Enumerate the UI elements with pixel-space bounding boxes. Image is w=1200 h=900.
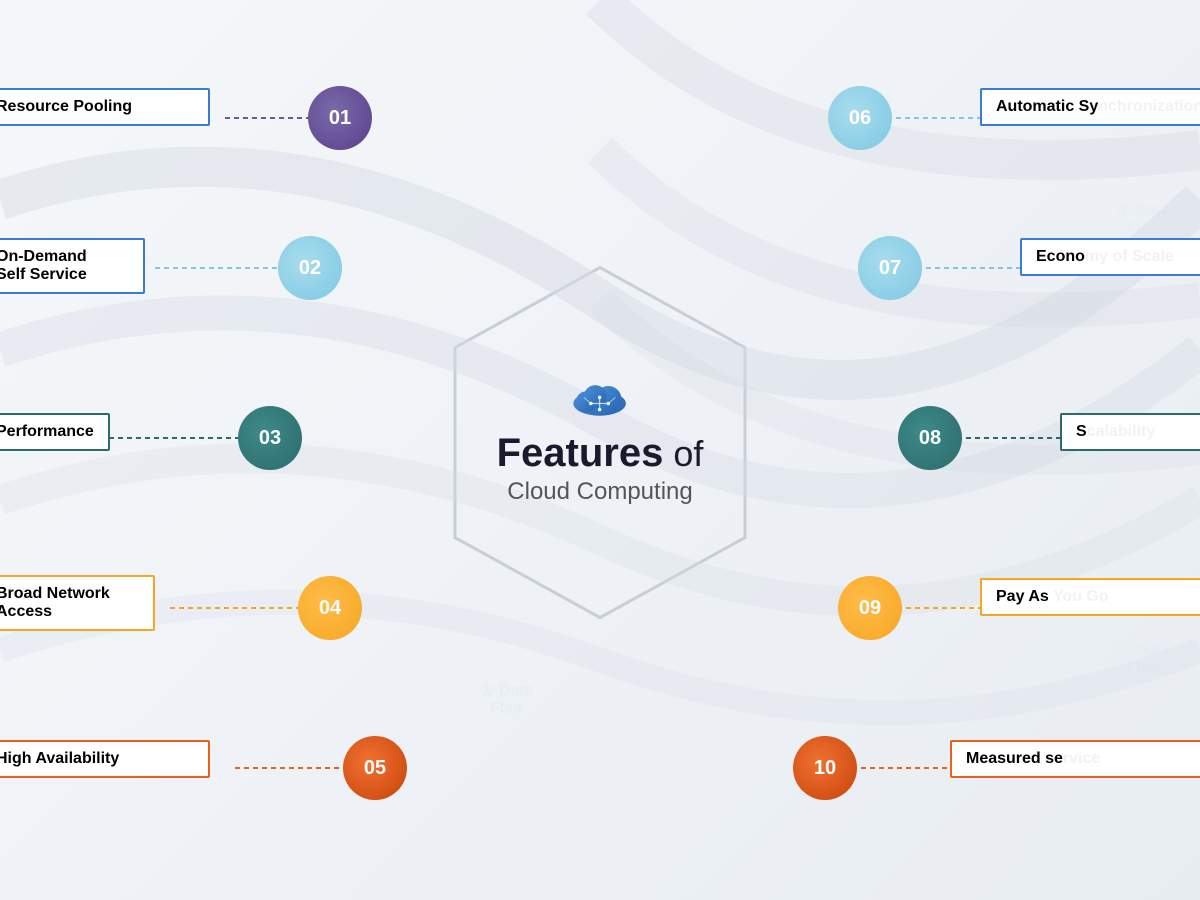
center-content: Features of Cloud Computing [497, 373, 704, 506]
circle-02: 02 [278, 236, 342, 300]
circle-01: 01 [308, 86, 372, 150]
center-subtitle: Cloud Computing [497, 478, 704, 506]
watermark-1: ① Data Flair [480, 680, 533, 718]
feature-box-04: Broad Network Access [0, 575, 155, 631]
circle-04: 04 [298, 576, 362, 640]
feature-box-05: High Availability [0, 740, 210, 778]
diagram-container: Features of Cloud Computing 01 02 03 [0, 0, 1200, 900]
feature-box-03: Performance [0, 413, 110, 451]
circle-03: 03 [238, 406, 302, 470]
feature-box-09: Pay As You Go [980, 578, 1200, 616]
center-title: Features of [497, 431, 704, 476]
circle-08: 08 [898, 406, 962, 470]
circle-07: 07 [858, 236, 922, 300]
watermark-3: ① Data Flair [1117, 200, 1170, 238]
watermark-2: ① Data Flair [1117, 640, 1170, 678]
feature-box-06: Automatic Synchronization [980, 88, 1200, 126]
cloud-icon [565, 373, 635, 423]
circle-09: 09 [838, 576, 902, 640]
feature-box-01: Resource Pooling [0, 88, 210, 126]
circle-05: 05 [343, 736, 407, 800]
circle-06: 06 [828, 86, 892, 150]
feature-box-08: Scalability [1060, 413, 1200, 451]
feature-box-07: Economy of Scale [1020, 238, 1200, 276]
feature-box-02: On-Demand Self Service [0, 238, 145, 294]
circle-10: 10 [793, 736, 857, 800]
feature-box-10: Measured service [950, 740, 1200, 778]
